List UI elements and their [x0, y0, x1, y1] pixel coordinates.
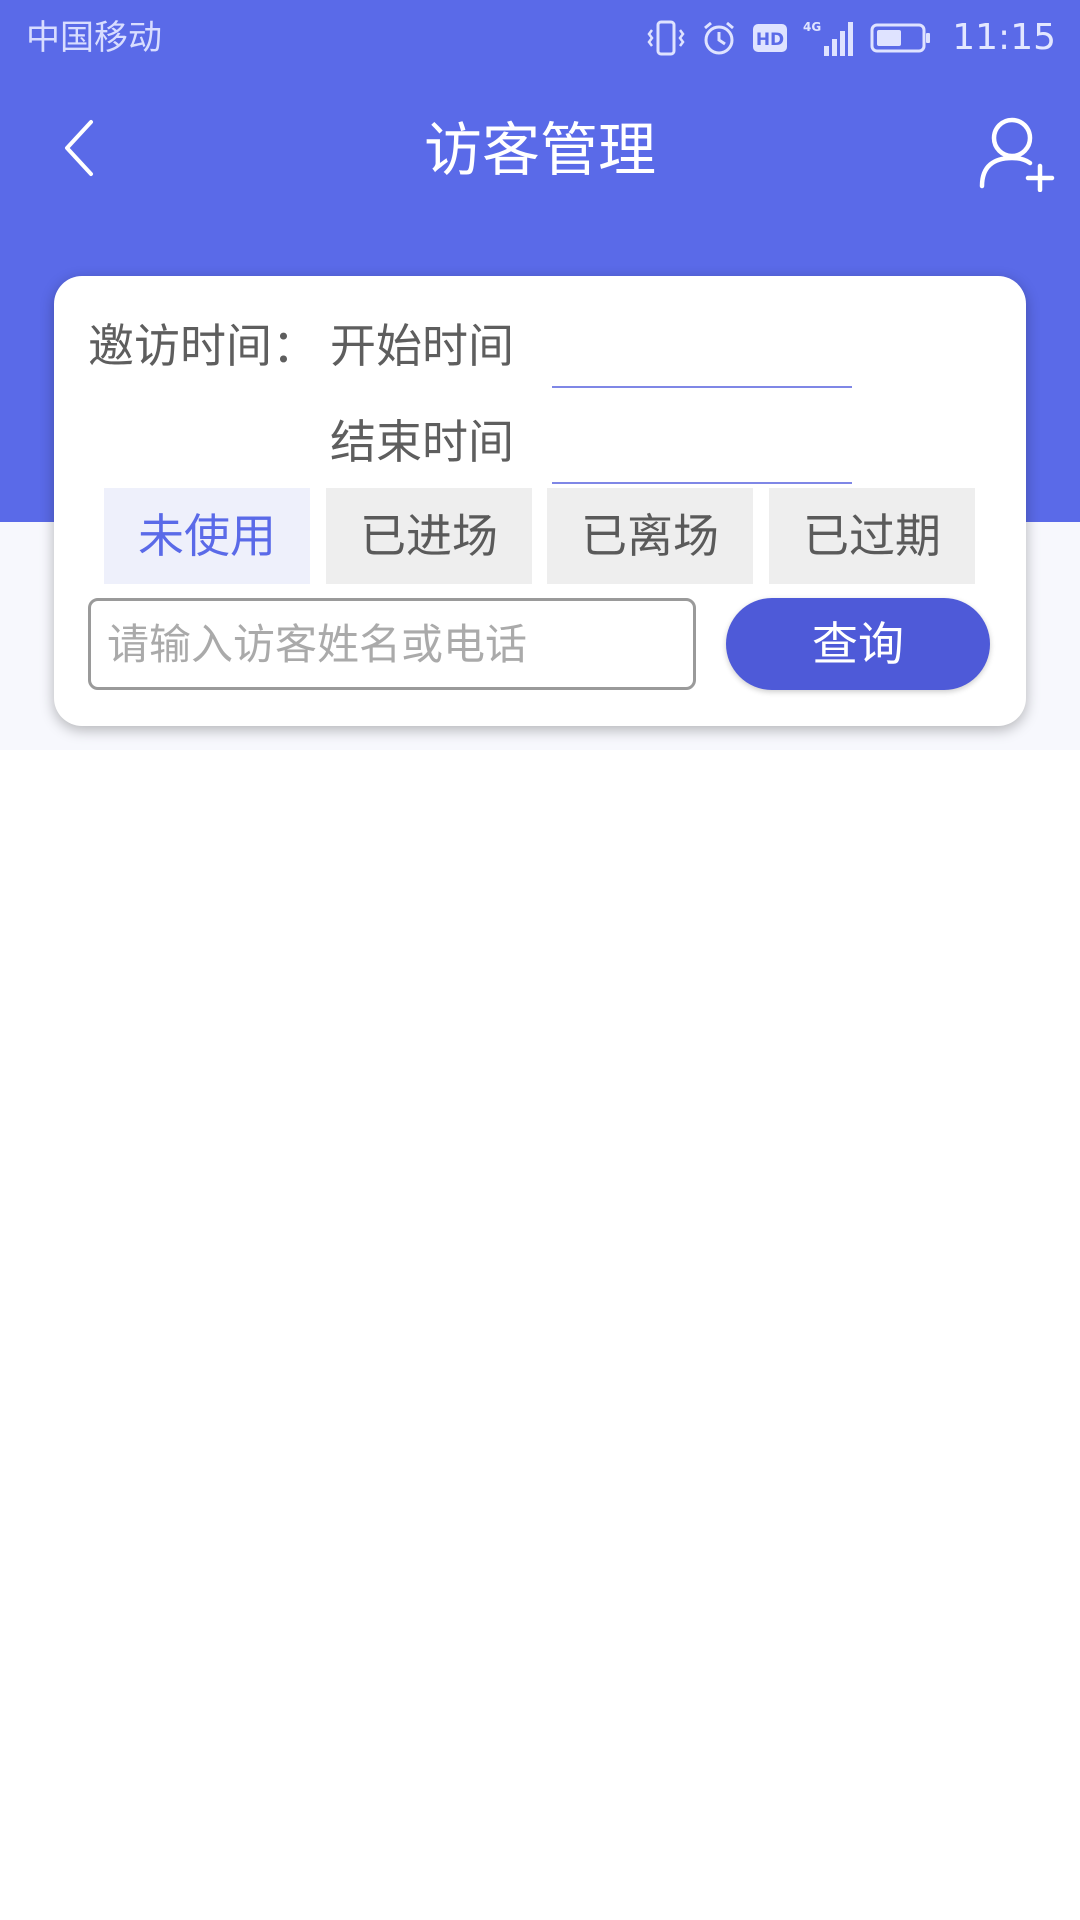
- alarm-icon: [700, 19, 738, 57]
- tab-expired[interactable]: 已过期: [769, 488, 975, 584]
- vibrate-icon: [646, 18, 686, 58]
- tab-left[interactable]: 已离场: [547, 488, 753, 584]
- query-button[interactable]: 查询: [726, 598, 990, 690]
- status-tabs: 未使用 已进场 已离场 已过期: [104, 488, 980, 584]
- invite-time-label: 邀访时间：: [88, 319, 318, 373]
- add-visitor-button[interactable]: [968, 106, 1064, 202]
- hd-badge-text: HD: [756, 30, 784, 50]
- filter-card: 邀访时间： 开始时间 结束时间 未使用 已进场 已离场 已过期 查询: [54, 276, 1026, 726]
- tab-entered[interactable]: 已进场: [326, 488, 532, 584]
- network-badge-text: 4G: [803, 20, 821, 34]
- signal-4g-icon: 4G: [802, 18, 856, 58]
- start-time-label: 开始时间: [330, 319, 514, 373]
- status-icons: HD 4G 11:15: [646, 14, 1056, 62]
- end-time-label: 结束时间: [330, 415, 514, 469]
- tab-unused[interactable]: 未使用: [104, 488, 310, 584]
- status-bar: 中国移动 HD 4G 11:15: [0, 0, 1080, 76]
- back-button[interactable]: [44, 110, 114, 190]
- carrier-label: 中国移动: [26, 18, 162, 58]
- battery-icon: [870, 22, 932, 54]
- add-user-icon: [976, 112, 1056, 196]
- clock: 11:15: [952, 17, 1056, 58]
- hd-icon: HD: [752, 23, 788, 53]
- start-time-field[interactable]: [552, 330, 852, 388]
- search-input[interactable]: [88, 598, 696, 690]
- chevron-left-icon: [61, 118, 97, 182]
- visitor-management-screen: 中国移动 HD 4G 11:15 访客管理 邀访时间： 开始时间 结束时间 未使…: [0, 0, 1080, 1920]
- end-time-field[interactable]: [552, 426, 852, 484]
